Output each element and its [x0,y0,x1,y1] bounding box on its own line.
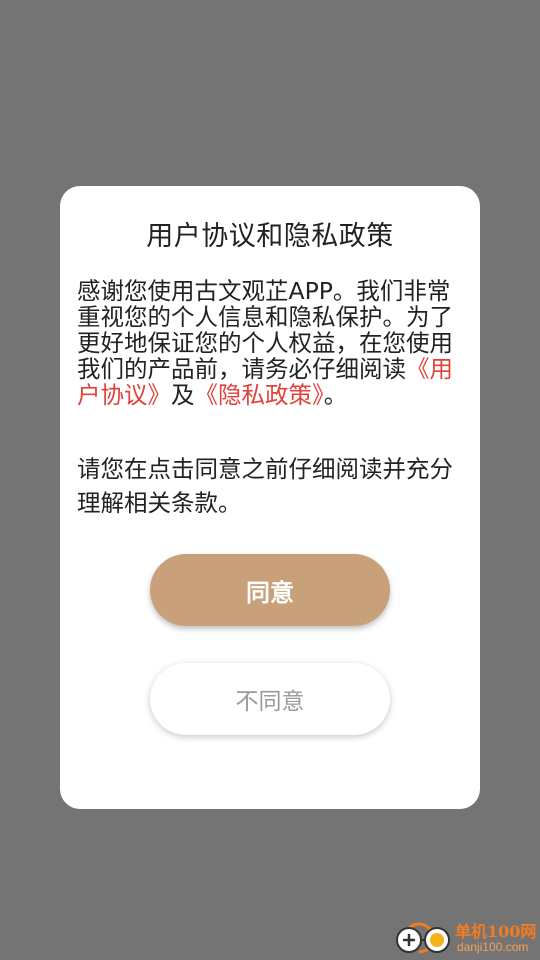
watermark-url: danji100.com [457,940,529,954]
body-text-connector: 及 [171,381,195,409]
privacy-dialog: 用户协议和隐私政策 感谢您使用古文观芷APP。我们非常重视您的个人信息和隐私保护… [60,186,480,809]
body-text-prefix: 感谢您使用古文观芷APP。我们非常重视您的个人信息和隐私保护。为了更好地保证您的… [77,277,453,383]
watermark: 单机100网 danji100.com [393,916,540,960]
agree-button[interactable]: 同意 [150,554,390,626]
gamepad-logo-icon [396,922,450,954]
dialog-body-paragraph-2: 请您在点击同意之前仔细阅读并充分理解相关条款。 [77,455,453,517]
disagree-button[interactable]: 不同意 [150,663,390,735]
watermark-name: 单机100网 [455,922,537,941]
body-text-suffix: 。 [323,381,348,409]
dialog-body-paragraph-1: 感谢您使用古文观芷APP。我们非常重视您的个人信息和隐私保护。为了更好地保证您的… [77,278,465,408]
privacy-policy-link[interactable]: 《隐私政策》 [195,381,324,409]
dialog-title: 用户协议和隐私政策 [146,221,394,252]
